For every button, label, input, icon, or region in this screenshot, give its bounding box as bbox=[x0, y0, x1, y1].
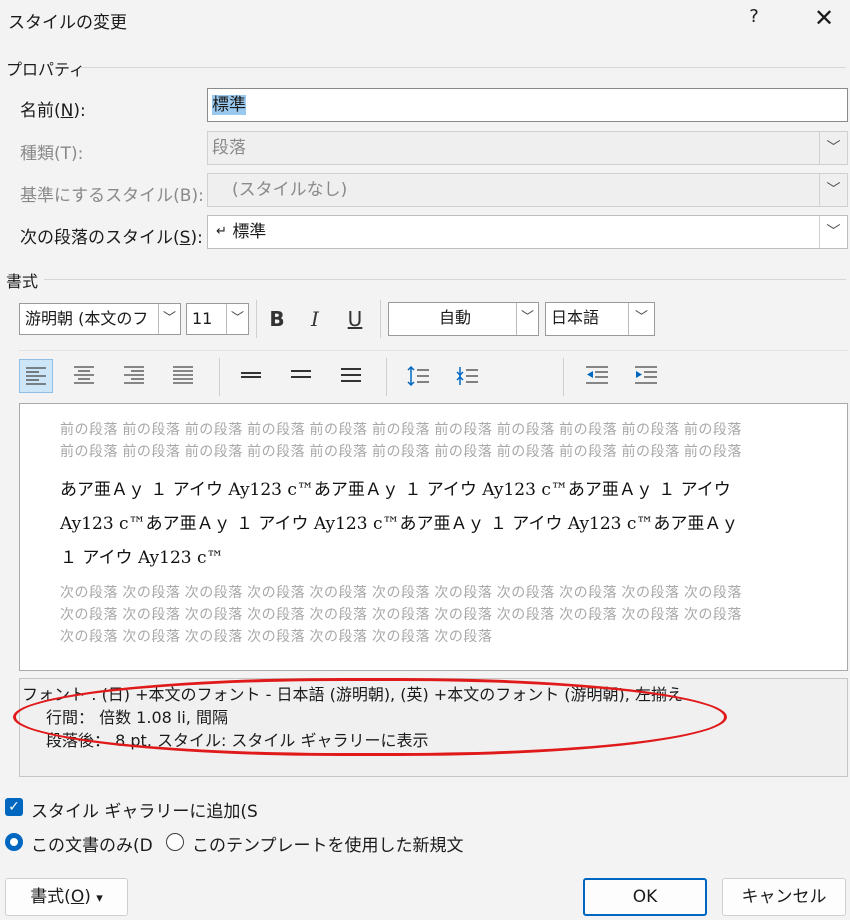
toolbar-divider bbox=[19, 350, 848, 351]
align-left-icon bbox=[26, 367, 46, 385]
title-bar bbox=[0, 0, 850, 38]
font-color-value: 自動 bbox=[438, 308, 471, 327]
preview-next-line: 次の段落 次の段落 次の段落 次の段落 次の段落 次の段落 次の段落 bbox=[60, 628, 493, 644]
type-select[interactable]: 段落 ﹀ bbox=[207, 131, 848, 165]
language-value: 日本語 bbox=[551, 308, 600, 327]
description-line: フォント : (日) +本文のフォント - 日本語 (游明朝), (英) +本文… bbox=[22, 685, 683, 704]
name-input-value: 標準 bbox=[212, 95, 246, 115]
next-style-select[interactable]: ↵ 標準 ﹀ bbox=[207, 215, 848, 249]
justify-button[interactable] bbox=[166, 359, 200, 393]
this-document-label: この文書のみ(D bbox=[31, 836, 153, 856]
decrease-indent-button[interactable] bbox=[580, 359, 614, 393]
help-button[interactable]: ? bbox=[740, 6, 768, 32]
toolbar-separator bbox=[563, 358, 564, 396]
font-color-select[interactable]: 自動 ﹀ bbox=[388, 302, 539, 336]
next-style-label: 次の段落のスタイル(S): bbox=[20, 228, 203, 248]
type-label: 種類(T): bbox=[20, 144, 84, 164]
single-spacing-icon bbox=[241, 372, 261, 378]
properties-divider bbox=[80, 67, 846, 68]
dialog-title: スタイルの変更 bbox=[8, 13, 127, 33]
align-center-icon bbox=[74, 366, 94, 384]
font-size-select[interactable]: 11 ﹀ bbox=[186, 303, 249, 335]
preview-next-line: 次の段落 次の段落 次の段落 次の段落 次の段落 次の段落 次の段落 次の段落 … bbox=[60, 606, 742, 622]
add-to-gallery-checkbox[interactable]: ✓ bbox=[5, 798, 23, 816]
name-label: 名前(N): bbox=[20, 101, 86, 121]
template-radio[interactable] bbox=[166, 833, 184, 851]
preview-next-line: 次の段落 次の段落 次の段落 次の段落 次の段落 次の段落 次の段落 次の段落 … bbox=[60, 584, 742, 600]
toolbar-separator bbox=[219, 358, 220, 396]
font-name-value: 游明朝 (本文のフ bbox=[25, 309, 149, 328]
align-right-icon bbox=[124, 366, 144, 384]
type-select-value: 段落 bbox=[212, 138, 246, 158]
cancel-button[interactable]: キャンセル bbox=[722, 878, 846, 916]
decrease-spacing-icon bbox=[456, 367, 478, 385]
preview-sample-line: １ アイウ Ay123 c™ bbox=[60, 548, 224, 568]
one-half-spacing-icon bbox=[291, 370, 311, 378]
properties-section-label: プロパティ bbox=[6, 60, 86, 79]
next-style-select-value: 標準 bbox=[232, 222, 267, 242]
toolbar-separator bbox=[386, 358, 387, 396]
chevron-down-icon: ﹀ bbox=[819, 174, 847, 206]
based-on-select-value: (スタイルなし) bbox=[232, 180, 348, 200]
increase-spacing-button[interactable] bbox=[401, 359, 435, 393]
align-center-button[interactable] bbox=[67, 359, 101, 393]
toolbar-separator bbox=[380, 300, 381, 338]
style-description: フォント : (日) +本文のフォント - 日本語 (游明朝), (英) +本文… bbox=[19, 678, 848, 777]
this-document-radio[interactable] bbox=[5, 833, 23, 851]
add-to-gallery-label: スタイル ギャラリーに追加(S bbox=[31, 802, 258, 822]
style-preview: 前の段落 前の段落 前の段落 前の段落 前の段落 前の段落 前の段落 前の段落 … bbox=[19, 403, 848, 671]
double-spacing-icon bbox=[341, 368, 361, 382]
italic-button[interactable]: I bbox=[298, 303, 332, 335]
checkmark-icon: ✓ bbox=[8, 799, 20, 815]
based-on-select[interactable]: (スタイルなし) ﹀ bbox=[207, 173, 848, 207]
align-right-button[interactable] bbox=[117, 359, 151, 393]
decrease-spacing-button[interactable] bbox=[450, 359, 484, 393]
chevron-down-icon: ﹀ bbox=[516, 303, 538, 335]
font-size-value: 11 bbox=[192, 309, 213, 328]
decrease-indent-icon bbox=[586, 366, 608, 384]
increase-indent-button[interactable] bbox=[629, 359, 663, 393]
chevron-down-icon: ﹀ bbox=[819, 216, 847, 248]
double-spacing-button[interactable] bbox=[334, 359, 368, 393]
chevron-down-icon: ﹀ bbox=[158, 304, 180, 334]
format-divider bbox=[44, 279, 846, 280]
format-menu-button[interactable]: 書式(O) ▾ bbox=[5, 878, 128, 916]
name-input[interactable]: 標準 bbox=[207, 88, 848, 122]
chevron-down-icon: ﹀ bbox=[819, 132, 847, 164]
chevron-down-icon: ▾ bbox=[96, 891, 103, 906]
description-line: 段落後： 8 pt, スタイル: スタイル ギャラリーに表示 bbox=[46, 731, 429, 750]
close-button[interactable]: ✕ bbox=[806, 2, 842, 34]
preview-prev-line: 前の段落 前の段落 前の段落 前の段落 前の段落 前の段落 前の段落 前の段落 … bbox=[60, 443, 742, 459]
font-name-select[interactable]: 游明朝 (本文のフ ﹀ bbox=[19, 303, 181, 335]
toolbar-separator bbox=[256, 300, 257, 338]
underline-button[interactable]: U bbox=[338, 303, 372, 335]
increase-spacing-icon bbox=[407, 365, 429, 387]
single-spacing-button[interactable] bbox=[234, 359, 268, 393]
preview-sample-line: Ay123 c™あア亜Ａｙ １ アイウ Ay123 c™あア亜Ａｙ １ アイウ … bbox=[60, 514, 739, 534]
format-section-label: 書式 bbox=[6, 272, 39, 291]
ok-button[interactable]: OK bbox=[583, 878, 707, 916]
based-on-label: 基準にするスタイル(B): bbox=[20, 186, 204, 206]
chevron-down-icon: ﹀ bbox=[628, 303, 654, 335]
chevron-down-icon: ﹀ bbox=[226, 304, 248, 334]
align-left-button[interactable] bbox=[19, 359, 53, 393]
language-select[interactable]: 日本語 ﹀ bbox=[545, 302, 655, 336]
preview-prev-line: 前の段落 前の段落 前の段落 前の段落 前の段落 前の段落 前の段落 前の段落 … bbox=[60, 421, 742, 437]
increase-indent-icon bbox=[635, 366, 657, 384]
template-label: このテンプレートを使用した新規文 bbox=[192, 836, 464, 856]
bold-button[interactable]: B bbox=[260, 303, 294, 335]
paragraph-mark-icon: ↵ bbox=[216, 224, 227, 239]
justify-icon bbox=[173, 366, 193, 384]
preview-sample-line: あア亜Ａｙ １ アイウ Ay123 c™あア亜Ａｙ １ アイウ Ay123 c™… bbox=[60, 480, 731, 500]
description-line: 行間： 倍数 1.08 li, 間隔 bbox=[46, 708, 228, 727]
one-half-spacing-button[interactable] bbox=[284, 359, 318, 393]
